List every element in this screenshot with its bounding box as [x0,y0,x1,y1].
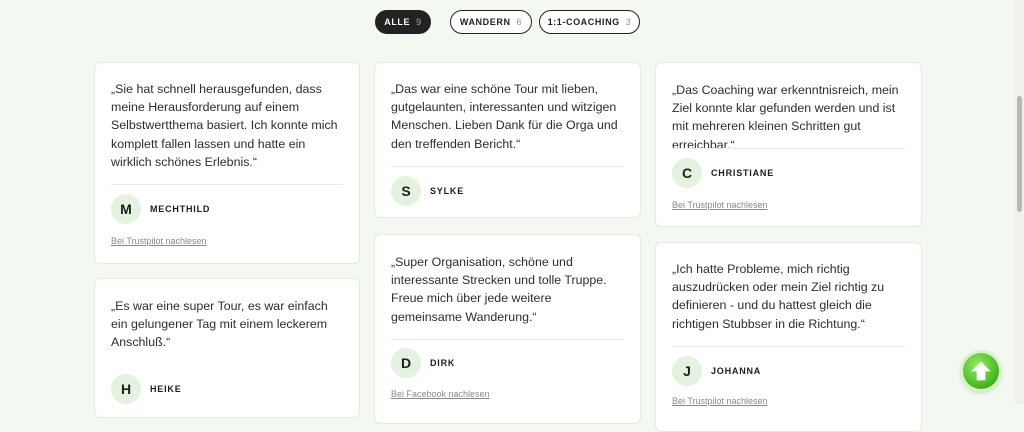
testimonial-quote: „Ich hatte Probleme, mich richtig auszud… [672,262,885,331]
scrollbar-thumb[interactable] [1017,96,1022,212]
filter-coaching-button[interactable]: 1:1-COACHING 3 [539,10,640,34]
filter-label: ALLE [384,17,411,27]
author-name: SYLKE [430,186,465,196]
scrollbar[interactable] [1015,0,1024,404]
filter-label: WANDERN [459,17,511,27]
filter-bar: ALLE 9 WANDERN 6 1:1-COACHING 3 [0,10,1015,36]
author-name: DIRK [430,358,456,368]
filter-count: 3 [625,17,632,27]
divider [391,339,624,340]
divider [111,184,343,185]
testimonial-author: J JOHANNA [672,356,761,386]
filter-count: 6 [516,17,523,27]
testimonial-card: „Das war eine schöne Tour mit lieben, gu… [374,62,641,218]
avatar: C [672,158,702,188]
avatar: J [672,356,702,386]
author-name: MECHTHILD [150,204,211,214]
testimonial-author: S SYLKE [391,176,464,206]
avatar: S [391,176,421,206]
filter-wandern-button[interactable]: WANDERN 6 [450,10,532,34]
trustpilot-link[interactable]: Bei Trustpilot nachlesen [672,396,768,406]
divider [672,346,905,347]
divider [672,148,905,149]
author-name: JOHANNA [711,366,762,376]
testimonial-card: „Super Organisation, schöne und interess… [374,234,641,424]
filter-all-button[interactable]: ALLE 9 [375,10,431,34]
facebook-link[interactable]: Bei Facebook nachlesen [391,389,490,399]
testimonial-author: M MECHTHILD [111,194,210,224]
avatar: M [111,194,141,224]
back-to-top-button[interactable] [963,353,999,389]
trustpilot-link[interactable]: Bei Trustpilot nachlesen [111,236,207,246]
arrow-up-icon [971,361,991,381]
testimonial-quote: „Sie hat schnell herausgefunden, dass me… [111,82,338,169]
testimonial-card: „Das Coaching war erkenntnisreich, mein … [655,62,922,227]
divider [391,166,624,167]
testimonial-quote: „Das war eine schöne Tour mit lieben, gu… [391,82,618,151]
testimonial-author: D DIRK [391,348,455,378]
testimonial-card: „Es war eine super Tour, es war einfach … [94,278,360,418]
trustpilot-link[interactable]: Bei Trustpilot nachlesen [672,200,768,210]
filter-count: 9 [416,17,422,27]
testimonial-quote: „Es war eine super Tour, es war einfach … [111,299,328,350]
author-name: CHRISTIANE [711,168,775,178]
filter-label: 1:1-COACHING [547,17,620,27]
author-name: HEIKE [150,384,182,394]
testimonial-card: „Sie hat schnell herausgefunden, dass me… [94,62,360,264]
avatar: D [391,348,421,378]
testimonial-author: H HEIKE [111,374,182,404]
avatar: H [111,374,141,404]
testimonial-quote: „Das Coaching war erkenntnisreich, mein … [672,83,899,152]
testimonial-author: C CHRISTIANE [672,158,774,188]
testimonial-quote: „Super Organisation, schöne und interess… [391,255,607,324]
